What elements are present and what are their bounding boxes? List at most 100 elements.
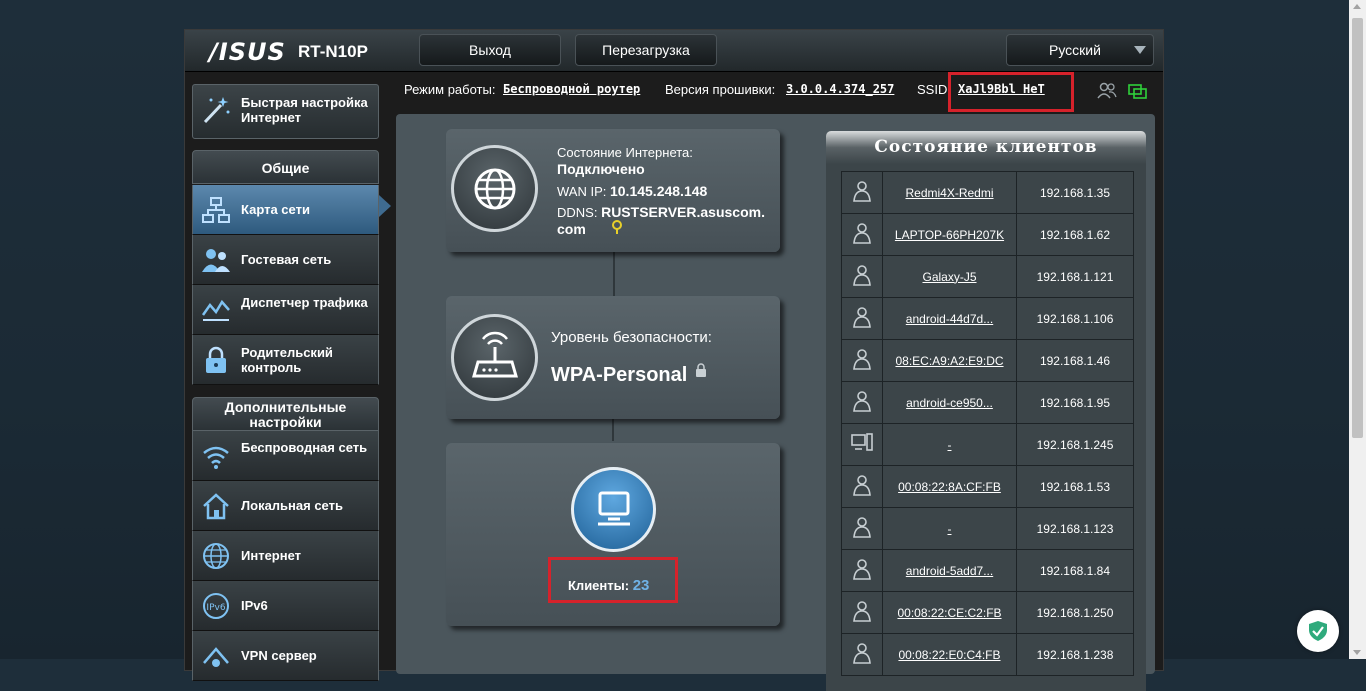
client-name-link[interactable]: android-5add7... [882, 549, 1017, 592]
client-name-link[interactable]: Galaxy-J5 [882, 255, 1017, 298]
router-icon [472, 331, 518, 378]
client-status-panel: Состояние клиентов Redmi4X-Redmi 192.168.… [826, 131, 1146, 691]
general-section-header: Общие [192, 150, 379, 184]
client-status-table: Redmi4X-Redmi 192.168.1.35 LAPTOP-66PH207K… [841, 171, 1134, 676]
person-icon[interactable] [841, 465, 883, 508]
router-admin-frame: /ISUS RT-N10P Выход Перезагрузка Русский… [184, 29, 1164, 691]
scroll-up-arrow[interactable] [1353, 4, 1361, 9]
firmware-link[interactable]: 3.0.0.4.374_257 [786, 82, 894, 96]
client-name-link[interactable]: 00:08:22:CE:C2:FB [882, 591, 1017, 634]
client-name-link[interactable]: Redmi4X-Redmi [882, 171, 1017, 214]
scroll-down-arrow[interactable] [1353, 650, 1361, 655]
client-name-link[interactable]: 00:08:22:8A:CF:FB [882, 465, 1017, 508]
client-row: 00:08:22:8A:CF:FB 192.168.1.53 [841, 465, 1134, 508]
clients-button[interactable] [571, 467, 656, 552]
person-icon[interactable] [841, 171, 883, 214]
sidebar-item-traffic-manager[interactable]: Диспетчер трафика [192, 285, 379, 335]
users-icon[interactable] [1097, 82, 1117, 100]
security-card[interactable]: Уровень безопасности: WPA-Personal [446, 296, 780, 419]
internet-globe-button[interactable] [451, 145, 538, 232]
client-ip: 192.168.1.46 [1016, 339, 1134, 382]
connector-line [612, 419, 614, 441]
client-ip: 192.168.1.53 [1016, 465, 1134, 508]
person-icon[interactable] [841, 339, 883, 382]
sidebar-item-label: Локальная сеть [241, 498, 343, 513]
client-name-link[interactable]: LAPTOP-66PH207K [882, 213, 1017, 256]
sidebar-item-label: Беспроводная сеть [241, 440, 368, 455]
person-icon[interactable] [841, 633, 883, 676]
client-ip: 192.168.1.62 [1016, 213, 1134, 256]
person-icon[interactable] [841, 297, 883, 340]
scrollbar-thumb[interactable] [1352, 18, 1363, 438]
sidebar-item-label: Карта сети [241, 202, 310, 217]
client-row: Galaxy-J5 192.168.1.121 [841, 255, 1134, 298]
client-status-title: Состояние клиентов [826, 131, 1146, 164]
computer-icon [598, 491, 630, 526]
ssid-label: SSID [917, 82, 948, 97]
security-level-label: Уровень безопасности: [551, 329, 712, 346]
client-ip: 192.168.1.95 [1016, 381, 1134, 424]
client-name-link[interactable]: 08:EC:A9:A2:E9:DC [882, 339, 1017, 382]
sidebar-item-internet[interactable]: Интернет [192, 531, 379, 581]
person-icon[interactable] [841, 591, 883, 634]
sidebar-item-label: Гостевая сеть [241, 252, 332, 267]
sidebar-item-parental-control[interactable]: Родительский контроль [192, 335, 379, 385]
sidebar-item-guest-network[interactable]: Гостевая сеть [192, 235, 379, 285]
sidebar-item-label: IPv6 [241, 598, 268, 613]
logout-button[interactable]: Выход [419, 34, 561, 66]
internet-status-value: Подключено [557, 161, 645, 177]
ddns-warning-icon[interactable] [612, 220, 622, 235]
reboot-button[interactable]: Перезагрузка [575, 34, 717, 66]
vpn-icon [203, 647, 229, 667]
client-name-link[interactable]: 00:08:22:E0:C4:FB [882, 633, 1017, 676]
client-row: 00:08:22:CE:C2:FB 192.168.1.250 [841, 591, 1134, 634]
client-name-link[interactable]: android-ce950... [882, 381, 1017, 424]
network-map-icon [202, 197, 230, 223]
sidebar-item-label: VPN сервер [241, 648, 317, 663]
sidebar-item-ipv6[interactable]: IPv6 IPv6 [192, 581, 379, 631]
page-scrollbar[interactable] [1349, 0, 1366, 659]
wan-ip-value: 10.145.248.148 [609, 183, 708, 199]
router-model: RT-N10P [298, 42, 368, 61]
security-shield-button[interactable] [1297, 610, 1339, 652]
internet-status-card[interactable]: Состояние Интернета: Подключено WAN IP: … [446, 129, 780, 252]
client-ip: 192.168.1.250 [1016, 591, 1134, 634]
sidebar-item-label: Родительский контроль [241, 345, 333, 375]
sidebar-item-vpn-server[interactable]: VPN сервер [192, 631, 379, 681]
client-name-link[interactable]: - [882, 507, 1017, 550]
mode-link[interactable]: Беспроводной роутер [503, 82, 640, 96]
client-name-link[interactable]: - [882, 423, 1017, 466]
usb-status-icon[interactable] [1128, 83, 1148, 101]
connector-line [613, 252, 615, 296]
active-item-pointer [379, 195, 391, 217]
globe-icon [474, 168, 516, 210]
mode-label: Режим работы: [404, 82, 496, 97]
magic-wand-icon [203, 97, 230, 124]
traffic-chart-icon [201, 299, 230, 321]
clients-highlight-box [548, 557, 678, 603]
client-row: android-5add7... 192.168.1.84 [841, 549, 1134, 592]
client-row: Redmi4X-Redmi 192.168.1.35 [841, 171, 1134, 214]
quick-setup-label: Быстрая настройка Интернет [241, 95, 368, 125]
client-ip: 192.168.1.238 [1016, 633, 1134, 676]
sidebar-item-network-map[interactable]: Карта сети [192, 185, 379, 235]
sidebar-item-wireless[interactable]: Беспроводная сеть [192, 431, 379, 481]
router-button[interactable] [451, 314, 538, 401]
client-row: android-ce950... 192.168.1.95 [841, 381, 1134, 424]
person-icon[interactable] [841, 549, 883, 592]
client-row: 08:EC:A9:A2:E9:DC 192.168.1.46 [841, 339, 1134, 382]
quick-setup-button[interactable]: Быстрая настройка Интернет [192, 84, 379, 139]
sidebar-item-label: Интернет [241, 548, 302, 563]
client-name-link[interactable]: android-44d7d... [882, 297, 1017, 340]
language-select[interactable]: Русский [1006, 34, 1154, 66]
home-icon [203, 493, 229, 520]
sidebar-item-lan[interactable]: Локальная сеть [192, 481, 379, 531]
top-bar: /ISUS RT-N10P Выход Перезагрузка Русский [185, 30, 1163, 72]
sidebar-item-label: Диспетчер трафика [241, 295, 368, 310]
computer-icon[interactable] [841, 423, 883, 466]
person-icon[interactable] [841, 507, 883, 550]
person-icon[interactable] [841, 255, 883, 298]
svg-text:IPv6: IPv6 [206, 603, 225, 613]
person-icon[interactable] [841, 213, 883, 256]
person-icon[interactable] [841, 381, 883, 424]
